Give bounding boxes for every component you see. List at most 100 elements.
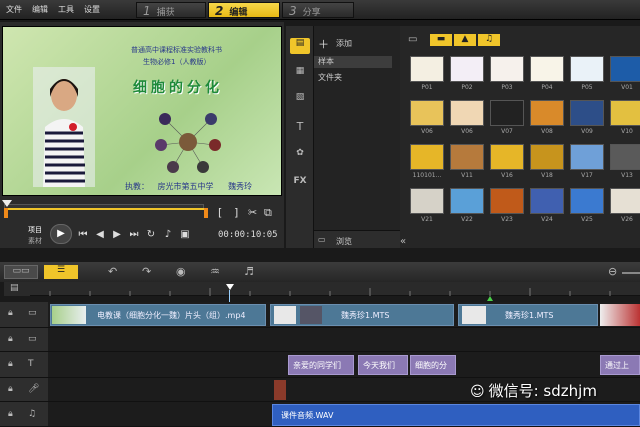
previous-frame-icon[interactable]: ◀ bbox=[93, 228, 107, 242]
title-clip[interactable]: 今天我们 bbox=[358, 355, 408, 375]
lock-icon[interactable]: 🔒︎ bbox=[8, 409, 13, 419]
redo-icon[interactable]: ↷ bbox=[142, 265, 151, 278]
media-thumbnail[interactable] bbox=[530, 144, 564, 170]
volume-icon[interactable]: ♪ bbox=[161, 228, 175, 242]
voice-track-icon[interactable]: 🎤︎ bbox=[28, 384, 39, 394]
media-thumbnail[interactable] bbox=[490, 100, 524, 126]
overlay-track-icon[interactable]: ▭ bbox=[28, 334, 37, 344]
lock-icon[interactable]: 🔒︎ bbox=[8, 308, 13, 318]
home-icon[interactable]: ⏮ bbox=[76, 228, 90, 242]
mark-in-icon[interactable]: [ bbox=[218, 206, 222, 219]
video-track-icon[interactable]: ▭ bbox=[28, 308, 37, 318]
menu-edit[interactable]: 编辑 bbox=[32, 4, 48, 15]
media-thumbnail[interactable] bbox=[410, 144, 444, 170]
transition-icon[interactable]: ▧ bbox=[290, 92, 310, 108]
media-thumbnail[interactable] bbox=[450, 188, 484, 214]
title-icon[interactable]: T bbox=[290, 120, 310, 136]
tab-share[interactable]: 3 分享 bbox=[282, 2, 354, 18]
enlarge-icon[interactable]: ⧉ bbox=[264, 206, 272, 220]
trim-in-handle[interactable] bbox=[4, 208, 8, 218]
tab-edit[interactable]: 2 编辑 bbox=[208, 2, 280, 18]
add-folder-icon[interactable]: ＋ bbox=[318, 36, 329, 52]
menu-settings[interactable]: 设置 bbox=[84, 4, 100, 15]
auto-music-icon[interactable]: ♬ bbox=[244, 265, 254, 278]
media-thumbnail[interactable] bbox=[450, 56, 484, 82]
project-mode[interactable]: 项目 bbox=[28, 225, 42, 235]
mark-out-icon[interactable]: ] bbox=[234, 206, 238, 219]
hd-preview-icon[interactable]: ▣ bbox=[178, 228, 192, 242]
playhead-handle[interactable] bbox=[226, 284, 234, 290]
menu-file[interactable]: 文件 bbox=[6, 4, 22, 15]
storyboard-view-icon[interactable]: ▭▭ bbox=[4, 265, 38, 279]
show-audio-icon[interactable]: ♫ bbox=[478, 34, 500, 46]
thumbnail-label: P03 bbox=[501, 84, 513, 91]
track-manager-icon[interactable]: ▤ bbox=[10, 283, 19, 293]
show-video-icon[interactable]: ▬ bbox=[430, 34, 452, 46]
folder-icon[interactable]: ▭ bbox=[408, 34, 417, 45]
record-capture-icon[interactable]: ◉ bbox=[176, 265, 186, 278]
media-thumbnail[interactable] bbox=[570, 144, 604, 170]
sound-mixer-icon[interactable]: ♒ bbox=[210, 265, 220, 278]
lock-icon[interactable]: 🔒︎ bbox=[8, 334, 13, 344]
instant-project-icon[interactable]: ▦ bbox=[290, 66, 310, 82]
media-thumbnail[interactable] bbox=[530, 56, 564, 82]
media-thumbnail[interactable] bbox=[610, 188, 640, 214]
music-track-icon[interactable]: ♫ bbox=[28, 409, 36, 419]
media-thumbnail[interactable] bbox=[530, 188, 564, 214]
end-icon[interactable]: ⏭ bbox=[127, 228, 141, 242]
tree-item-samples[interactable]: 样本 bbox=[314, 56, 392, 68]
menu-tools[interactable]: 工具 bbox=[58, 4, 74, 15]
show-photo-icon[interactable]: ▲ bbox=[454, 34, 476, 46]
media-thumbnail[interactable] bbox=[610, 56, 640, 82]
media-thumbnail[interactable] bbox=[530, 100, 564, 126]
trim-out-handle[interactable] bbox=[204, 208, 208, 218]
title-clip[interactable]: 细胞的分 bbox=[410, 355, 456, 375]
zoom-slider[interactable] bbox=[622, 272, 640, 274]
voice-clip[interactable] bbox=[274, 380, 286, 400]
timeline-view-icon[interactable]: ☰ bbox=[44, 265, 78, 279]
time-ruler[interactable] bbox=[30, 282, 640, 296]
graphics-icon[interactable]: ✿ bbox=[290, 148, 310, 164]
media-thumbnail[interactable] bbox=[570, 56, 604, 82]
zoom-out-icon[interactable]: ⊖ bbox=[608, 265, 617, 278]
credit-label: 执教： bbox=[125, 182, 149, 191]
media-thumbnail[interactable] bbox=[410, 188, 444, 214]
collapse-icon[interactable]: « bbox=[400, 236, 406, 247]
media-thumbnail[interactable] bbox=[450, 100, 484, 126]
music-clip[interactable]: 课件音频.WAV bbox=[272, 404, 640, 426]
video-clip[interactable]: 魏秀珍1.MTS bbox=[270, 304, 454, 326]
media-thumbnail[interactable] bbox=[610, 100, 640, 126]
next-frame-icon[interactable]: ▶ bbox=[110, 228, 124, 242]
add-label[interactable]: 添加 bbox=[336, 38, 352, 49]
filter-icon[interactable]: FX bbox=[290, 176, 310, 192]
tab-capture[interactable]: 1 捕获 bbox=[136, 2, 206, 18]
media-thumbnail[interactable] bbox=[570, 188, 604, 214]
title-track-icon[interactable]: T bbox=[28, 359, 34, 369]
preview-big-title: 细胞的分化 bbox=[133, 80, 223, 96]
title-clip[interactable]: 亲爱的同学们 bbox=[288, 355, 354, 375]
media-thumbnail[interactable] bbox=[410, 100, 444, 126]
lock-icon[interactable]: 🔒︎ bbox=[8, 359, 13, 369]
thumbnail-label: V06 bbox=[461, 128, 473, 135]
undo-icon[interactable]: ↶ bbox=[108, 265, 117, 278]
media-thumbnail[interactable] bbox=[410, 56, 444, 82]
media-thumbnail[interactable] bbox=[490, 56, 524, 82]
tree-item-folder[interactable]: 文件夹 bbox=[318, 72, 342, 83]
media-thumbnail[interactable] bbox=[490, 144, 524, 170]
lock-icon[interactable]: 🔒︎ bbox=[8, 384, 13, 394]
browse-label[interactable]: 浏览 bbox=[336, 236, 352, 247]
scissors-icon[interactable]: ✂ bbox=[248, 206, 257, 219]
repeat-icon[interactable]: ↻ bbox=[144, 228, 158, 242]
play-button[interactable]: ▶ bbox=[50, 224, 72, 244]
media-thumbnail[interactable] bbox=[610, 144, 640, 170]
media-thumbnail[interactable] bbox=[490, 188, 524, 214]
browse-icon[interactable]: ▭ bbox=[318, 235, 326, 244]
media-thumbnail[interactable] bbox=[450, 144, 484, 170]
media-icon[interactable]: ▤ bbox=[290, 38, 310, 54]
timecode[interactable]: 00:00:10:05 bbox=[218, 230, 278, 240]
media-thumbnail[interactable] bbox=[570, 100, 604, 126]
clip-mode[interactable]: 素材 bbox=[28, 236, 42, 246]
music-track-header: 🔒︎ ♫ bbox=[0, 402, 48, 427]
title-clip[interactable]: 通过上 bbox=[600, 355, 640, 375]
scrub-handle[interactable] bbox=[2, 200, 12, 207]
